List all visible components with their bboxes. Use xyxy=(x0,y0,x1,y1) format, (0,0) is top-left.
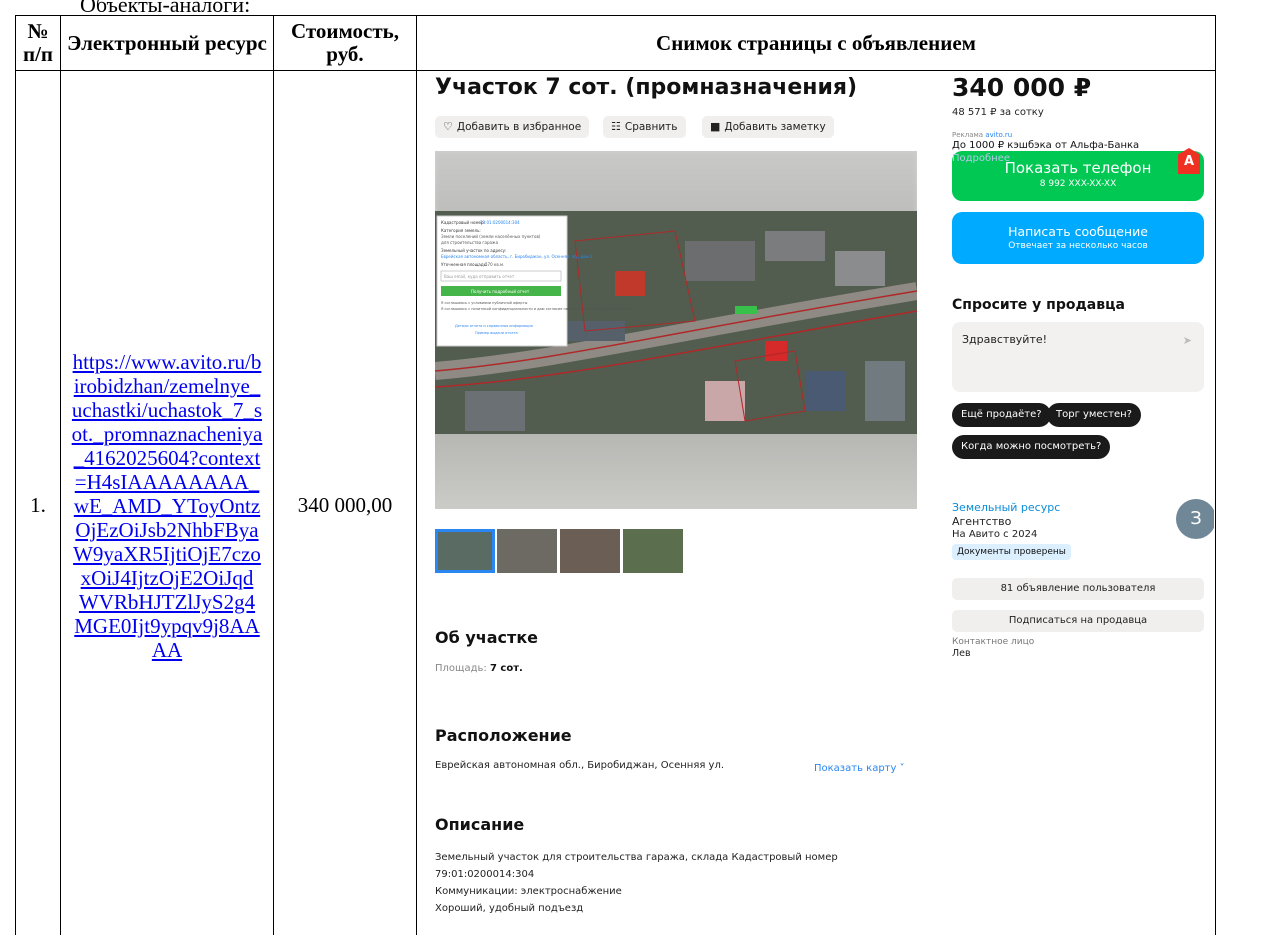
docs-verified-badge: Документы проверены xyxy=(952,544,1071,560)
location-heading: Расположение xyxy=(435,726,572,745)
write-message-button[interactable]: Написать сообщение Отвечает за несколько… xyxy=(952,212,1204,264)
listing-price: 340 000 ₽ xyxy=(952,73,1092,102)
description-line: Хороший, удобный подъезд xyxy=(435,903,584,914)
popup-category-value: Земли поселений (земли населённых пункто… xyxy=(441,234,541,239)
seller-since: На Авито с 2024 xyxy=(952,529,1038,540)
popup-area: Уточненная площадь: xyxy=(441,262,487,267)
thumbnail-1[interactable] xyxy=(435,529,495,573)
header-snapshot: Снимок страницы с объявлением xyxy=(416,15,1216,71)
analogs-table: № п/п Электронный ресурс Стоимость, руб.… xyxy=(15,15,1216,935)
description-line: 79:01:0200014:304 xyxy=(435,869,535,880)
message-input[interactable]: Здравствуйте! ➤ xyxy=(952,322,1204,392)
chip-when-view[interactable]: Когда можно посмотреть? xyxy=(952,435,1111,459)
gallery-blur-top xyxy=(435,151,917,216)
area-value: 7 сот. xyxy=(489,663,523,674)
popup-email[interactable]: Ваш email, куда отправить отчет xyxy=(444,274,515,279)
address: Еврейская автономная обл., Биробиджан, О… xyxy=(435,760,725,771)
about-heading: Об участке xyxy=(435,628,539,647)
note-label: Добавить заметку xyxy=(724,121,826,133)
snapshot-cell: Участок 7 сот. (промназначения) 340 000 … xyxy=(416,70,1216,935)
contact-label: Контактное лицо xyxy=(952,637,1035,647)
popup-example-link[interactable]: Пример выдачи отчета xyxy=(475,331,518,335)
compare-label: Сравнить xyxy=(624,121,678,133)
header-num: № п/п xyxy=(15,15,61,71)
resource-cell: https://www.avito.ru/birobidzhan/zemelny… xyxy=(60,70,274,935)
response-time: Отвечает за несколько часов xyxy=(1008,241,1148,251)
message-text: Здравствуйте! xyxy=(962,333,1048,346)
phone-masked: 8 992 XXX-XX-XX xyxy=(1039,179,1117,189)
chip-bargain[interactable]: Торг уместен? xyxy=(1047,403,1141,427)
thumbnail-2[interactable] xyxy=(497,529,557,573)
chevron-down-icon: ˅ xyxy=(899,763,905,774)
send-icon[interactable]: ➤ xyxy=(1183,334,1192,347)
popup-area-value: 570 кв.м. xyxy=(485,262,504,267)
gallery-blur-bottom xyxy=(435,434,917,509)
contact-name: Лев xyxy=(952,648,971,659)
subscribe-button[interactable]: Подписаться на продавца xyxy=(952,610,1204,632)
show-map-link[interactable]: Показать карту ˅ xyxy=(814,763,905,774)
popup-detail-link[interactable]: Детали отчета и справочная информация xyxy=(455,324,533,328)
table-row: 1. https://www.avito.ru/birobidzhan/zeme… xyxy=(15,70,1216,935)
row-number: 1. xyxy=(15,70,61,935)
popup-cadastral: Кадастровый номер: xyxy=(441,220,485,225)
header-price: Стоимость, руб. xyxy=(273,15,417,71)
photo-gallery[interactable]: Кадастровый номер: 79:01:0200014:304 Кат… xyxy=(435,151,917,509)
favorite-label: Добавить в избранное xyxy=(456,121,582,133)
header-resource: Электронный ресурс xyxy=(60,15,274,71)
compare-button[interactable]: ☷ Сравнить xyxy=(603,116,686,138)
popup-get-report[interactable]: Получить подробный отчет xyxy=(471,289,530,294)
description-line: Коммуникации: электроснабжение xyxy=(435,886,622,897)
avito-snapshot: Участок 7 сот. (промназначения) 340 000 … xyxy=(418,72,1214,932)
seller-name[interactable]: Земельный ресурс xyxy=(952,501,1060,514)
popup-address-value: Еврейская автономная область, г. Биробид… xyxy=(441,254,593,259)
popup-cadastral-value: 79:01:0200014:304 xyxy=(480,220,520,225)
resource-link[interactable]: https://www.avito.ru/birobidzhan/zemelny… xyxy=(71,350,263,662)
price-per-sotka: 48 571 ₽ за сотку xyxy=(952,107,1044,118)
area-label: Площадь: xyxy=(435,663,487,674)
favorite-button[interactable]: ♡ Добавить в избранное xyxy=(435,116,590,138)
avatar[interactable]: З xyxy=(1176,499,1214,539)
note-icon: ■ xyxy=(710,120,721,133)
chip-still-selling[interactable]: Ещё продаёте? xyxy=(952,403,1051,427)
write-message-label: Написать сообщение xyxy=(1008,224,1148,239)
ad-label-link[interactable]: avito.ru xyxy=(985,131,1012,139)
ad-label: Реклама avito.ru xyxy=(952,131,1012,139)
seller-listings-button[interactable]: 81 объявление пользователя xyxy=(952,578,1204,600)
alfa-more-link[interactable]: Подробнее xyxy=(952,153,1010,164)
alfa-cashback[interactable]: До 1000 ₽ кэшбэка от Альфа-Банка xyxy=(952,140,1139,151)
popup-consent-1: Я соглашаюсь с условиями публичной оферт… xyxy=(441,301,528,305)
listing-title: Участок 7 сот. (промназначения) xyxy=(435,75,858,100)
ad-label-text: Реклама xyxy=(952,131,984,139)
thumbnail-4[interactable] xyxy=(623,529,683,573)
description-heading: Описание xyxy=(435,815,525,834)
popup-category: Категория земель: xyxy=(441,228,481,233)
table-header-row: № п/п Электронный ресурс Стоимость, руб.… xyxy=(15,15,1216,71)
area-row: Площадь: 7 сот. xyxy=(435,663,523,674)
popup-use: для строительства гаража xyxy=(441,240,499,245)
heart-icon: ♡ xyxy=(443,120,453,133)
satellite-map-image: Кадастровый номер: 79:01:0200014:304 Кат… xyxy=(435,211,917,451)
compare-icon: ☷ xyxy=(611,120,621,133)
thumbnail-3[interactable] xyxy=(560,529,620,573)
price-cell: 340 000,00 xyxy=(273,70,417,935)
note-button[interactable]: ■ Добавить заметку xyxy=(702,116,834,138)
popup-address: Земельный участок по адресу: xyxy=(441,248,506,253)
description-line: Земельный участок для строительства гара… xyxy=(435,852,838,863)
show-map-label: Показать карту xyxy=(814,763,897,774)
popup-consent-2: Я соглашаюсь с политикой конфиденциально… xyxy=(441,307,631,311)
seller-type: Агентство xyxy=(952,515,1012,528)
ask-seller-heading: Спросите у продавца xyxy=(952,297,1125,313)
